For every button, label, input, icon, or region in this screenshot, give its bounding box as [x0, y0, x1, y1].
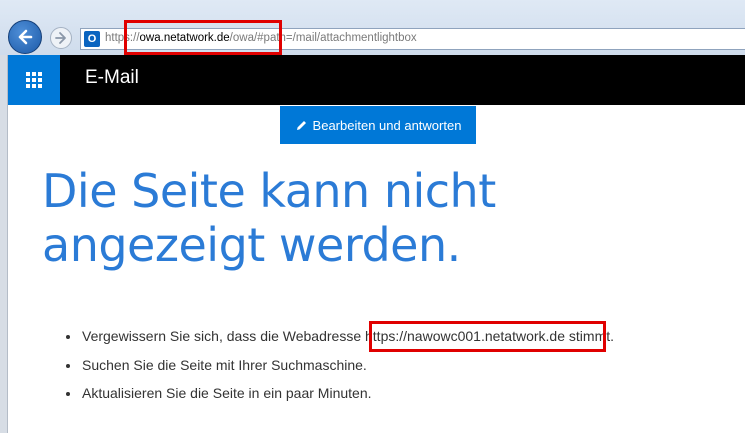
tip-text: Suchen Sie die Seite mit Ihrer Suchmasch…	[82, 356, 367, 373]
edit-and-reply-label: Bearbeiten und antworten	[312, 117, 462, 133]
back-button[interactable]	[8, 20, 42, 54]
edit-and-reply-button[interactable]: Bearbeiten und antworten	[280, 106, 476, 144]
url-highlight-box	[124, 20, 282, 55]
forward-button[interactable]	[50, 27, 72, 49]
tip-text: Vergewissern Sie sich, dass die Webadres…	[82, 328, 365, 344]
owa-header-bar: E-Mail	[8, 55, 745, 105]
pencil-icon	[296, 120, 306, 130]
app-title: E-Mail	[85, 67, 139, 88]
arrow-right-icon	[55, 32, 66, 44]
list-item: Suchen Sie die Seite mit Ihrer Suchmasch…	[66, 354, 614, 383]
list-item: Aktualisieren Sie die Seite in ein paar …	[66, 382, 614, 411]
window-left-border	[7, 55, 8, 433]
app-launcher-button[interactable]	[8, 55, 60, 105]
error-heading: Die Seite kann nicht angezeigt werden.	[42, 164, 496, 272]
waffle-icon	[26, 72, 42, 88]
outlook-site-icon: O	[84, 31, 100, 47]
browser-toolbar: O https://owa.netatwork.de/owa/#path=/ma…	[0, 0, 745, 55]
arrow-left-icon	[18, 29, 33, 45]
tip-url-highlight-box	[369, 321, 606, 352]
tip-text: Aktualisieren Sie die Seite in ein paar …	[82, 385, 372, 401]
